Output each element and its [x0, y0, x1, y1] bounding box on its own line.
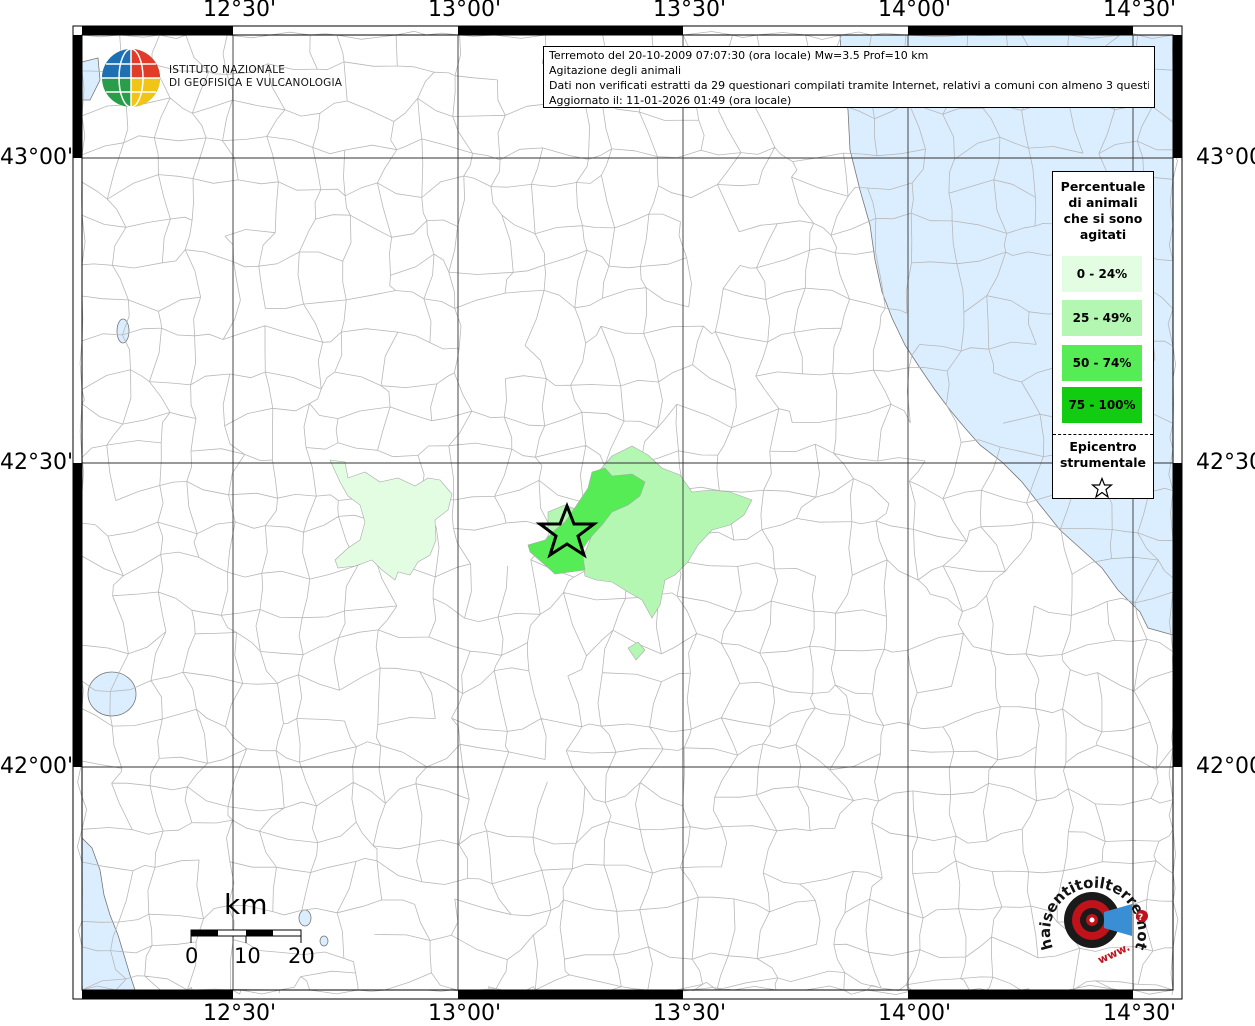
event-info-line-2: Agitazione degli animali — [549, 64, 682, 77]
lon-tick-top-1330: 13°30' — [653, 0, 727, 22]
lat-tick-right-4230: 42°30' — [1196, 450, 1255, 475]
scale-label-20: 20 — [288, 944, 315, 968]
legend: Percentuale di animali che si sono agita… — [1052, 171, 1154, 499]
lon-tick-top-1300: 13°00' — [428, 0, 502, 22]
map-area — [76, 30, 1179, 996]
hai-sentito-il-terremoto-logo: haisentitoilterremoto.it ? www. — [1034, 868, 1152, 967]
event-info-box: Terremoto del 20-10-2009 07:07:30 (ora l… — [543, 46, 1155, 108]
ingv-name-line1: ISTITUTO NAZIONALE — [169, 64, 286, 76]
event-info-line-1: Terremoto del 20-10-2009 07:07:30 (ora l… — [549, 49, 929, 62]
lat-tick-left-4300: 43°00' — [0, 145, 74, 170]
lon-tick-bottom-1230: 12°30' — [203, 1001, 277, 1026]
scale-unit: km — [224, 888, 268, 921]
ingv-name: ISTITUTO NAZIONALE DI GEOFISICA E VULCAN… — [169, 64, 342, 90]
scale-label-10: 10 — [234, 944, 261, 968]
lon-tick-bottom-1330: 13°30' — [653, 1001, 727, 1026]
legend-title: Percentuale di animali che si sono agita… — [1060, 179, 1146, 242]
legend-class-1: 25 - 49% — [1062, 300, 1142, 336]
lat-tick-left-4200: 42°00' — [0, 754, 74, 779]
scale-label-0: 0 — [185, 944, 199, 968]
lat-tick-left-4230: 42°30' — [0, 450, 74, 475]
legend-epicenter-label: Epicentro strumentale — [1059, 439, 1147, 470]
lon-tick-bottom-1430: 14°30' — [1103, 1001, 1177, 1026]
star-icon — [1091, 477, 1113, 499]
event-info-line-4: Aggiornato il: 11-01-2026 01:49 (ora loc… — [549, 94, 792, 107]
lon-tick-top-1430: 14°30' — [1103, 0, 1177, 22]
svg-text:?: ? — [1138, 913, 1143, 923]
ingv-globe-logo — [102, 48, 160, 108]
lat-tick-right-4200: 42°00' — [1196, 754, 1255, 779]
legend-class-2: 50 - 74% — [1062, 345, 1142, 381]
lon-tick-top-1230: 12°30' — [203, 0, 277, 22]
lon-tick-bottom-1300: 13°00' — [428, 1001, 502, 1026]
legend-class-0: 0 - 24% — [1062, 256, 1142, 292]
lon-tick-top-1400: 14°00' — [878, 0, 952, 22]
event-info-line-3: Dati non verificati estratti da 29 quest… — [549, 79, 1149, 92]
lat-tick-right-4300: 43°00' — [1196, 145, 1255, 170]
lake-bolsena — [87, 671, 137, 717]
ingv-name-line2: DI GEOFISICA E VULCANOLOGIA — [169, 77, 343, 89]
legend-separator — [1053, 434, 1153, 435]
lake-small — [319, 935, 329, 947]
lon-tick-bottom-1400: 14°00' — [878, 1001, 952, 1026]
legend-class-3: 75 - 100% — [1062, 387, 1142, 423]
lake-bracciano — [298, 909, 312, 927]
